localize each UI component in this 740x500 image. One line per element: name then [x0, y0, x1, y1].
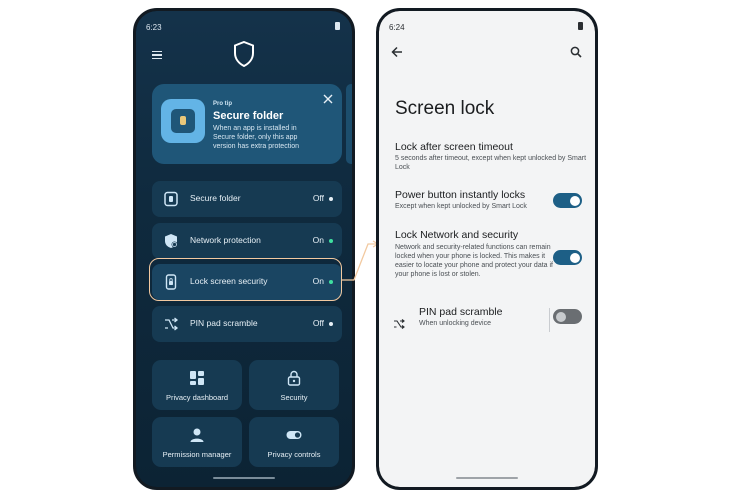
feature-row-pin-pad-scramble[interactable]: PIN pad scramble Off [152, 306, 342, 342]
setting-title: Power button instantly locks [395, 189, 526, 201]
feature-label: Network protection [190, 235, 261, 245]
tile-label: Privacy controls [267, 450, 321, 459]
security-hub-screen: 6:23 Pro tip Secure folder When an app i… [136, 11, 352, 487]
tile-label: Privacy dashboard [165, 393, 229, 402]
status-dot [329, 322, 333, 326]
lock-icon [287, 370, 301, 386]
feature-row-network-protection[interactable]: Network protection On [152, 223, 342, 259]
tile-privacy-dashboard[interactable]: Privacy dashboard [152, 360, 242, 410]
left-phone: 6:23 Pro tip Secure folder When an app i… [133, 8, 355, 490]
home-indicator[interactable] [213, 477, 275, 479]
protip-label: Pro tip [213, 101, 232, 107]
shuffle-icon [165, 317, 179, 331]
tile-label: Permission manager [162, 450, 232, 459]
tile-security[interactable]: Security [249, 360, 339, 410]
tile-privacy-controls[interactable]: Privacy controls [249, 417, 339, 467]
toggle-icon [286, 431, 302, 439]
power-button-locks-toggle[interactable] [553, 193, 582, 208]
lock-network-security-toggle[interactable] [553, 250, 582, 265]
menu-icon[interactable] [152, 51, 162, 59]
setting-title: PIN pad scramble [419, 306, 503, 318]
shield-icon [234, 41, 254, 67]
tile-permission-manager[interactable]: Permission manager [152, 417, 242, 467]
page-title: Screen lock [395, 98, 495, 119]
secure-folder-tile-icon [161, 99, 205, 143]
feature-status: On [312, 235, 324, 245]
lock-screen-highlight [149, 258, 342, 301]
feature-label: Secure folder [190, 193, 241, 203]
protip-body: When an app is installed in Secure folde… [213, 125, 299, 150]
protip-title: Secure folder [213, 110, 284, 122]
status-dot [329, 239, 333, 243]
right-phone: 6:24 Screen lock Lock after screen timeo… [376, 8, 598, 490]
person-icon [190, 428, 204, 442]
feature-row-secure-folder[interactable]: Secure folder Off [152, 181, 342, 217]
status-time: 6:24 [389, 23, 405, 32]
home-indicator[interactable] [456, 477, 518, 479]
network-shield-icon [165, 234, 178, 248]
battery-icon [335, 22, 340, 30]
tile-label: Security [280, 393, 308, 402]
dashboard-icon [190, 371, 204, 385]
setting-title: Lock after screen timeout [395, 141, 513, 153]
pin-pad-scramble-toggle[interactable] [553, 309, 582, 324]
back-arrow-icon[interactable] [391, 46, 403, 58]
status-dot [329, 197, 333, 201]
protip-card[interactable]: Pro tip Secure folder When an app is ins… [152, 84, 342, 164]
divider [549, 308, 550, 332]
battery-icon [578, 22, 583, 30]
setting-subtitle: Except when kept unlocked by Smart Lock [395, 203, 527, 210]
feature-status: Off [312, 193, 324, 203]
search-icon[interactable] [570, 46, 582, 58]
screen-lock-settings-screen: 6:24 Screen lock Lock after screen timeo… [379, 11, 595, 487]
shuffle-icon [394, 319, 405, 329]
setting-title: Lock Network and security [395, 229, 519, 241]
close-icon[interactable] [323, 94, 333, 104]
status-time: 6:23 [146, 23, 162, 32]
setting-subtitle: When unlocking device [419, 320, 491, 327]
feature-status: Off [312, 318, 324, 328]
secure-folder-icon [164, 191, 178, 207]
feature-label: PIN pad scramble [190, 318, 258, 328]
setting-subtitle: Network and security-related functions c… [395, 244, 553, 278]
setting-subtitle: 5 seconds after timeout, except when kep… [395, 155, 587, 171]
next-card-peek[interactable] [346, 84, 352, 164]
